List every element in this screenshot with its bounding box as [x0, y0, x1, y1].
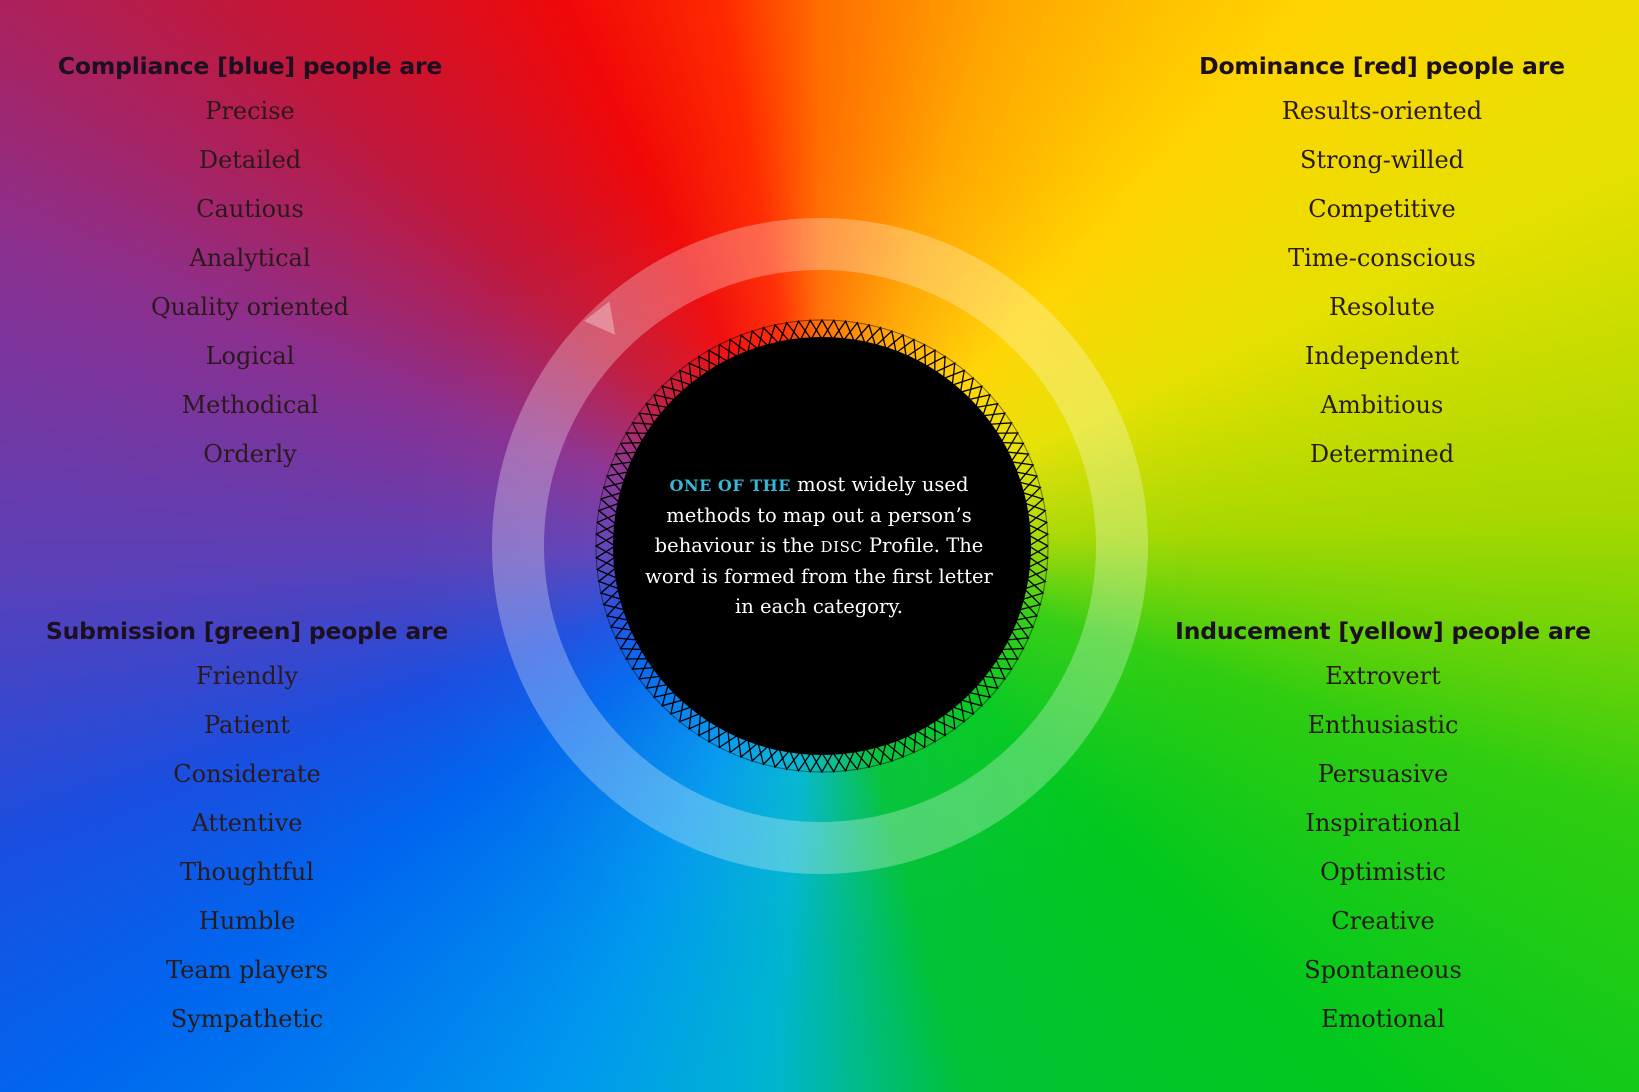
dominance-traits-list: Results-oriented Strong-willed Competiti… — [1170, 87, 1594, 479]
trait-item: Friendly — [195, 662, 299, 690]
center-description: ONE OF THE most widely used methods to m… — [641, 470, 997, 622]
trait-item: Determined — [1309, 440, 1455, 468]
dominance-group: Dominance [red] people are Results-orien… — [1170, 51, 1594, 479]
trait-item: Extrovert — [1325, 662, 1441, 690]
trait-item: Methodical — [181, 391, 319, 419]
trait-item: Optimistic — [1320, 858, 1446, 886]
trait-item: Humble — [198, 907, 296, 935]
trait-item: Emotional — [1321, 1005, 1445, 1033]
trait-item: Analytical — [189, 244, 311, 272]
trait-item: Thoughtful — [180, 858, 314, 886]
inducement-heading: Inducement [yellow] people are — [1175, 617, 1591, 645]
trait-item: Quality oriented — [150, 293, 350, 321]
trait-item: Patient — [203, 711, 290, 739]
submission-heading: Submission [green] people are — [45, 617, 449, 645]
trait-item: Results-oriented — [1281, 97, 1483, 125]
trait-item: Spontaneous — [1304, 956, 1462, 984]
trait-item: Enthusiastic — [1307, 711, 1459, 739]
trait-item: Sympathetic — [170, 1005, 324, 1033]
center-lead-text: ONE OF THE — [669, 476, 791, 495]
trait-item: Detailed — [198, 146, 302, 174]
trait-item: Attentive — [191, 809, 303, 837]
inducement-traits-list: Extrovert Enthusiastic Persuasive Inspir… — [1165, 652, 1601, 1044]
trait-item: Logical — [205, 342, 295, 370]
trait-item: Precise — [205, 97, 295, 125]
compliance-group: Compliance [blue] people are Precise Det… — [40, 51, 460, 479]
trait-item: Considerate — [173, 760, 321, 788]
trait-item: Team players — [166, 956, 328, 984]
trait-item: Orderly — [203, 440, 297, 468]
trait-item: Strong-willed — [1299, 146, 1465, 174]
center-acronym: DISC — [820, 538, 863, 556]
submission-group: Submission [green] people are Friendly P… — [40, 616, 454, 1044]
submission-traits-list: Friendly Patient Considerate Attentive T… — [40, 652, 454, 1044]
inducement-group: Inducement [yellow] people are Extrovert… — [1165, 616, 1601, 1044]
trait-item: Persuasive — [1317, 760, 1449, 788]
trait-item: Creative — [1331, 907, 1435, 935]
trait-item: Independent — [1304, 342, 1460, 370]
trait-item: Ambitious — [1320, 391, 1444, 419]
trait-item: Inspirational — [1305, 809, 1461, 837]
trait-item: Time-conscious — [1288, 244, 1476, 272]
dominance-heading: Dominance [red] people are — [1199, 52, 1565, 80]
trait-item: Resolute — [1328, 293, 1436, 321]
trait-item: Cautious — [196, 195, 304, 223]
compliance-heading: Compliance [blue] people are — [57, 52, 443, 80]
compliance-traits-list: Precise Detailed Cautious Analytical Qua… — [40, 87, 460, 479]
trait-item: Competitive — [1308, 195, 1456, 223]
